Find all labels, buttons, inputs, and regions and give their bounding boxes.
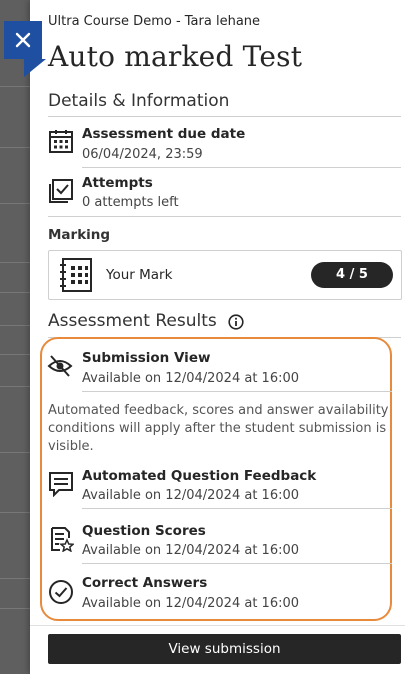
question-feedback-value: Available on 12/04/2024 at 16:00 <box>82 488 300 503</box>
breadcrumb: Ultra Course Demo - Tara lehane <box>48 14 261 29</box>
backdrop-line <box>0 325 30 326</box>
backdrop-line <box>0 292 30 293</box>
close-panel-button[interactable] <box>4 21 46 77</box>
info-icon[interactable] <box>228 314 244 330</box>
backdrop-line <box>0 386 30 387</box>
feedback-icon <box>49 472 73 497</box>
gradebook-icon <box>60 258 92 292</box>
correct-answers-title: Correct Answers <box>82 575 208 591</box>
attempts-value: 0 attempts left <box>82 195 179 210</box>
backdrop-line <box>0 608 30 609</box>
eye-slash-icon <box>47 355 73 377</box>
view-submission-button[interactable]: View submission <box>48 634 401 664</box>
score-badge: 4 / 5 <box>311 262 393 288</box>
marking-label: Marking <box>48 227 111 243</box>
backdrop-line <box>0 354 30 355</box>
divider <box>48 116 401 117</box>
question-scores-icon <box>51 527 74 552</box>
availability-note: Automated feedback, scores and answer av… <box>48 403 389 454</box>
your-mark-card[interactable]: Your Mark 4 / 5 <box>48 250 402 300</box>
question-scores-value: Available on 12/04/2024 at 16:00 <box>82 543 300 558</box>
details-heading: Details & Information <box>48 91 230 111</box>
submission-view-title: Submission View <box>82 350 211 366</box>
page-backdrop <box>0 0 30 674</box>
page-title: Auto marked Test <box>48 40 303 73</box>
check-circle-icon <box>49 580 73 604</box>
your-mark-label: Your Mark <box>106 267 173 283</box>
question-scores-title: Question Scores <box>82 523 206 539</box>
divider <box>82 508 392 509</box>
backdrop-line <box>0 147 30 148</box>
backdrop-line <box>0 86 30 87</box>
attempts-icon <box>49 179 73 203</box>
backdrop-line <box>0 203 30 204</box>
attempts-title: Attempts <box>82 175 153 191</box>
footer-divider <box>30 625 405 626</box>
question-feedback-title: Automated Question Feedback <box>82 468 317 484</box>
divider <box>48 216 401 217</box>
divider <box>82 167 401 168</box>
due-date-title: Assessment due date <box>82 126 246 142</box>
due-date-value: 06/04/2024, 23:59 <box>82 147 203 162</box>
backdrop-line <box>0 578 30 579</box>
divider <box>82 391 392 392</box>
close-icon <box>15 32 31 48</box>
calendar-icon <box>49 130 73 153</box>
backdrop-line <box>0 452 30 453</box>
divider <box>82 563 392 564</box>
backdrop-line <box>0 262 30 263</box>
correct-answers-value: Available on 12/04/2024 at 16:00 <box>82 596 300 611</box>
submission-view-value: Available on 12/04/2024 at 16:00 <box>82 371 300 386</box>
results-heading: Assessment Results <box>48 311 217 331</box>
backdrop-line <box>0 512 30 513</box>
